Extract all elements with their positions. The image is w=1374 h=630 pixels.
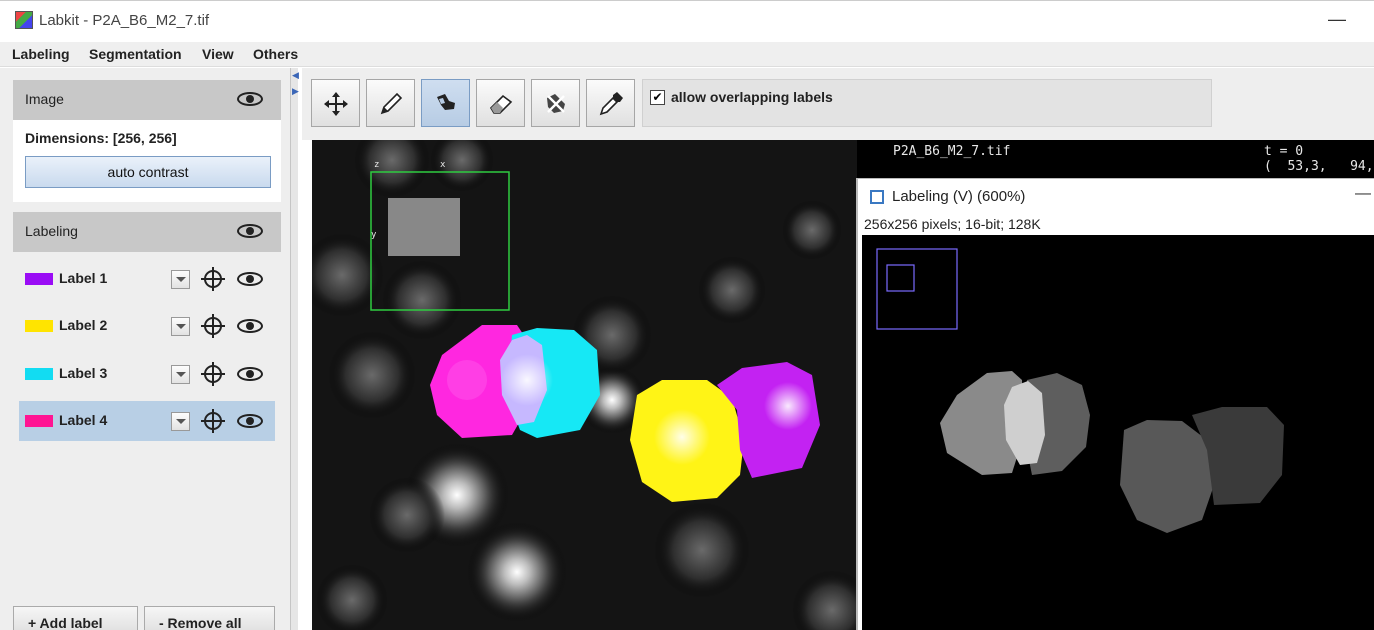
pipette-icon bbox=[599, 92, 623, 116]
label-map-image bbox=[876, 248, 1284, 533]
label-row-1[interactable]: Label 1 bbox=[19, 259, 275, 299]
left-panel: Image Dimensions: [256, 256] auto contra… bbox=[0, 68, 290, 630]
pencil-tool-button[interactable] bbox=[366, 79, 415, 127]
label-dropdown-icon[interactable] bbox=[171, 365, 190, 384]
ij-image-info: 256x256 pixels; 16-bit; 128K bbox=[864, 216, 1041, 232]
label-color-swatch[interactable] bbox=[25, 415, 53, 427]
overlap-option-box: ✔ allow overlapping labels bbox=[642, 79, 1212, 127]
app-icon bbox=[15, 11, 33, 29]
label-visibility-eye-icon[interactable] bbox=[237, 272, 263, 286]
menu-labeling[interactable]: Labeling bbox=[12, 46, 70, 62]
locate-crosshair-icon[interactable] bbox=[201, 409, 225, 433]
split-divider[interactable]: ◀ ▶ bbox=[290, 68, 299, 630]
label-dropdown-icon[interactable] bbox=[171, 412, 190, 431]
image-panel-header: Image bbox=[13, 80, 281, 120]
labeling-panel-header: Labeling bbox=[13, 212, 281, 252]
menu-others[interactable]: Others bbox=[253, 46, 298, 62]
window-titlebar: Labkit - P2A_B6_M2_7.tif — bbox=[0, 0, 1374, 42]
flood-fill-tool-button[interactable] bbox=[421, 79, 470, 127]
flood-fill-icon bbox=[437, 94, 455, 110]
axis-y-label: y bbox=[371, 230, 377, 240]
pencil-icon bbox=[380, 92, 403, 115]
label-visibility-eye-icon[interactable] bbox=[237, 414, 263, 428]
canvas-coords: ( 53,3, 94, bbox=[1264, 159, 1374, 174]
ij-window-title: Labeling (V) (600%) bbox=[892, 188, 1026, 205]
menu-segmentation[interactable]: Segmentation bbox=[89, 46, 182, 62]
allow-overlapping-checkbox[interactable]: ✔ bbox=[650, 90, 665, 105]
label-row-3[interactable]: Label 3 bbox=[19, 354, 275, 394]
minimize-button[interactable]: — bbox=[1328, 9, 1346, 30]
eraser-tool-button[interactable] bbox=[476, 79, 525, 127]
image-panel-title: Image bbox=[25, 91, 64, 107]
move-icon bbox=[324, 92, 348, 116]
add-label-button[interactable]: + Add label bbox=[13, 606, 138, 630]
labeling-visibility-eye-icon[interactable] bbox=[237, 224, 263, 238]
label-color-swatch[interactable] bbox=[25, 368, 53, 380]
allow-overlapping-label[interactable]: allow overlapping labels bbox=[671, 89, 833, 105]
collapse-left-arrow-icon[interactable]: ◀ bbox=[292, 70, 299, 81]
label-visibility-eye-icon[interactable] bbox=[237, 367, 263, 381]
window-title: Labkit - P2A_B6_M2_7.tif bbox=[39, 12, 210, 29]
label-visibility-eye-icon[interactable] bbox=[237, 319, 263, 333]
label-color-swatch[interactable] bbox=[25, 320, 53, 332]
label-color-swatch[interactable] bbox=[25, 273, 53, 285]
locate-crosshair-icon[interactable] bbox=[201, 267, 225, 291]
label-dropdown-icon[interactable] bbox=[171, 317, 190, 336]
locate-crosshair-icon[interactable] bbox=[201, 362, 225, 386]
label-row-2[interactable]: Label 2 bbox=[19, 306, 275, 346]
image-panel-body: Dimensions: [256, 256] auto contrast bbox=[13, 120, 281, 202]
ij-minimize-button[interactable]: — bbox=[1355, 185, 1371, 203]
remove-all-button[interactable]: - Remove all bbox=[144, 606, 275, 630]
pipette-tool-button[interactable] bbox=[586, 79, 635, 127]
image-visibility-eye-icon[interactable] bbox=[237, 92, 263, 106]
label-name: Label 3 bbox=[59, 365, 108, 381]
image-dimensions: Dimensions: [256, 256] bbox=[25, 130, 177, 146]
labeling-panel-title: Labeling bbox=[25, 223, 78, 239]
menu-view[interactable]: View bbox=[202, 46, 234, 62]
locate-crosshair-icon[interactable] bbox=[201, 314, 225, 338]
label-row-4[interactable]: Label 4 bbox=[19, 401, 275, 441]
auto-contrast-button[interactable]: auto contrast bbox=[25, 156, 271, 188]
eraser-icon bbox=[489, 94, 513, 114]
ij-image-canvas[interactable] bbox=[862, 235, 1374, 630]
flood-erase-tool-button[interactable] bbox=[531, 79, 580, 127]
tool-bar: ✔ allow overlapping labels bbox=[302, 68, 1374, 140]
canvas-time: t = 0 bbox=[1264, 144, 1304, 159]
axis-z-label: z bbox=[374, 160, 380, 170]
label-name: Label 1 bbox=[59, 270, 108, 286]
label-name: Label 4 bbox=[59, 412, 108, 428]
move-tool-button[interactable] bbox=[311, 79, 360, 127]
expand-right-arrow-icon[interactable]: ▶ bbox=[292, 86, 299, 97]
labeling-image-window[interactable]: Labeling (V) (600%) — 256x256 pixels; 16… bbox=[856, 178, 1374, 630]
label-dropdown-icon[interactable] bbox=[171, 270, 190, 289]
label-name: Label 2 bbox=[59, 317, 108, 333]
menu-bar: Labeling Segmentation View Others bbox=[0, 42, 1374, 67]
flood-erase-icon bbox=[547, 94, 565, 113]
axis-x-label: x bbox=[440, 160, 446, 170]
imagej-icon bbox=[870, 190, 884, 204]
canvas-filename: P2A_B6_M2_7.tif bbox=[893, 144, 1011, 159]
